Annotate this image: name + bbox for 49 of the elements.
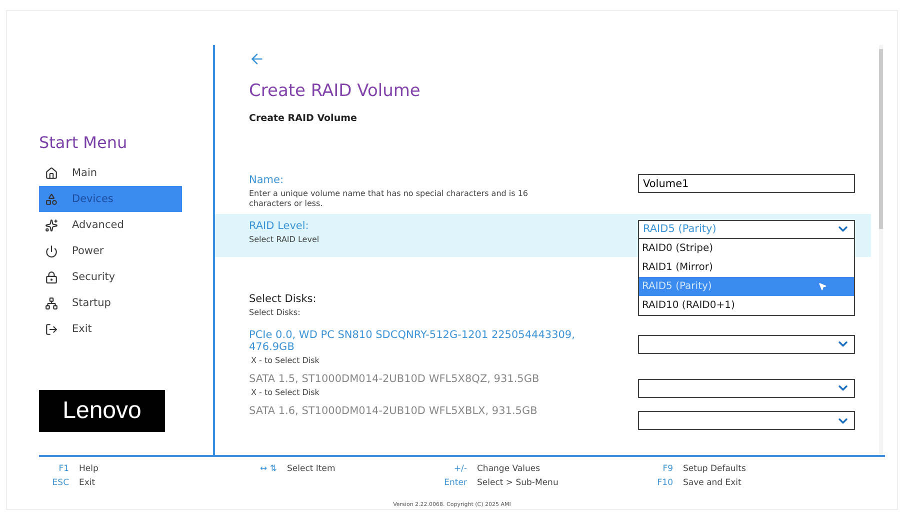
network-icon (45, 296, 58, 310)
scrollbar[interactable] (879, 45, 883, 455)
menu-item[interactable]: Startup (39, 290, 182, 316)
logout-icon (45, 322, 58, 336)
disk-help: X - to Select Disk (250, 388, 320, 398)
field-help: Enter a unique volume name that has no special characters and is 16 characters or less. (249, 189, 530, 210)
key-action: Change Values (477, 464, 540, 474)
key-hint: F9 (662, 464, 673, 474)
key-action: Save and Exit (683, 478, 742, 488)
sparkle-icon (45, 218, 58, 232)
key-hint: F10 (656, 478, 673, 488)
name-input[interactable]: Volume1 (638, 174, 855, 193)
menu-title: Start Menu (39, 133, 128, 152)
field-help: Select RAID Level (249, 234, 320, 246)
disk-select[interactable] (638, 378, 855, 398)
key-action: Exit (79, 478, 96, 488)
disk-label: PCIe 0.0, WD PC SN810 SDCQNRY-512G-1201 225054443309, 476.9GB (249, 328, 576, 353)
logo: Lenovo (39, 390, 165, 432)
page-subtitle: Create RAID Volume (249, 113, 358, 124)
key-hint: ↔ ⇅ (259, 464, 277, 474)
key-hint: F1 (58, 464, 69, 474)
home-icon (45, 166, 58, 180)
menu-item[interactable]: Exit (39, 316, 182, 342)
field-label: Name: (249, 174, 285, 186)
disk-label: SATA 1.6, ST1000DM014-2UB10D WFL5XBLX, 931.5GB (249, 405, 538, 418)
back-arrow-icon[interactable] (249, 51, 265, 67)
power-icon (45, 244, 58, 258)
menu-item[interactable]: Advanced (39, 212, 182, 238)
disk-select[interactable] (638, 411, 855, 430)
key-action: Select > Sub-Menu (477, 478, 558, 488)
page-title: Create RAID Volume (249, 81, 422, 101)
key-hint: ESC (51, 478, 69, 488)
menu-item[interactable]: Security (39, 264, 182, 290)
shapes-icon (45, 192, 58, 206)
disk-label: SATA 1.5, ST1000DM014-2UB10D WFL5X8QZ, 931.5GB (249, 372, 540, 385)
key-hint: Enter (443, 478, 467, 488)
disk-select[interactable] (638, 334, 855, 354)
field-label: RAID Level: (249, 220, 310, 232)
disk-help: X - to Select Disk (250, 356, 320, 366)
lock-icon (45, 270, 58, 284)
cursor-icon (818, 282, 827, 291)
menu-item[interactable]: Main (39, 160, 182, 186)
section-help: Select Disks: (249, 308, 302, 319)
key-hint: +/- (452, 464, 467, 474)
key-action: Help (79, 464, 98, 474)
section-heading: Select Disks: (249, 293, 316, 306)
key-action: Select Item (287, 464, 336, 474)
key-action: Setup Defaults (683, 464, 746, 474)
menu-item[interactable]: Power (39, 238, 182, 264)
